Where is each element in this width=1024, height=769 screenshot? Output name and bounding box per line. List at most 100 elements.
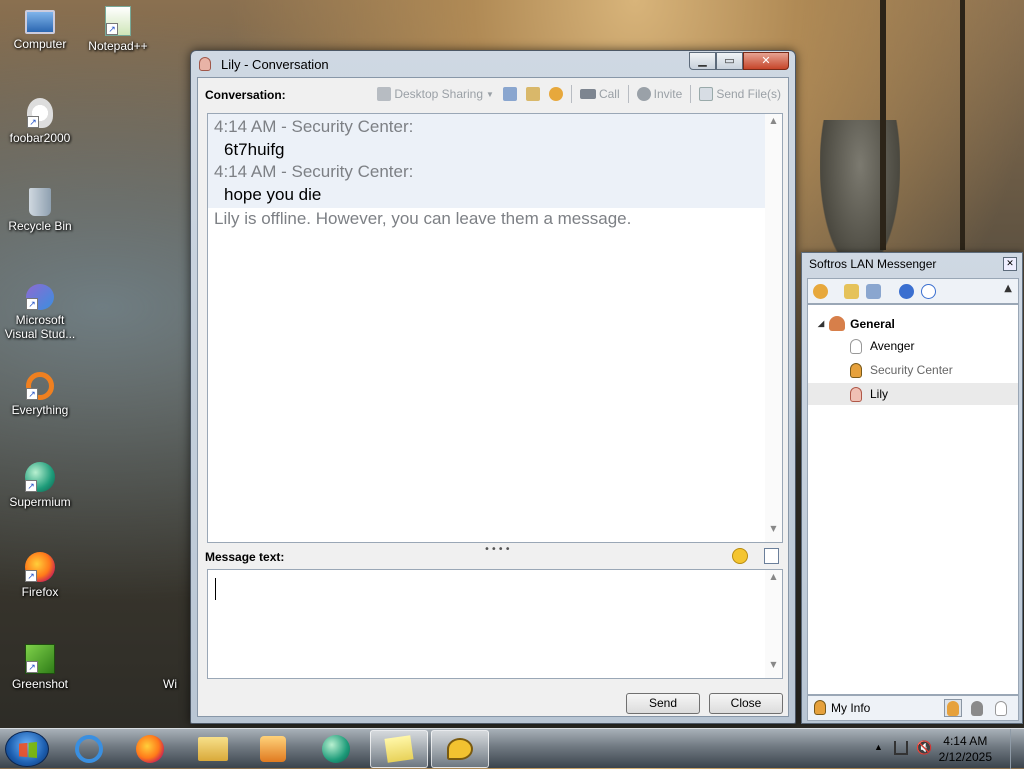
wallpaper-rock xyxy=(820,120,900,270)
taskbar-softros[interactable] xyxy=(431,730,489,768)
desktop-icon-firefox[interactable]: ↗ Firefox xyxy=(0,552,80,599)
desktop-icon-label: Notepad++ xyxy=(88,39,148,53)
history-scrollbar[interactable]: ▲ ▼ xyxy=(765,114,782,542)
desktop-icon-visual-studio[interactable]: ↗ Microsoft Visual Stud... xyxy=(0,284,80,341)
taskbar-notes[interactable] xyxy=(370,730,428,768)
contact-name: Lily xyxy=(870,387,889,401)
history-icon xyxy=(502,87,517,101)
invite-button[interactable]: Invite xyxy=(634,84,686,104)
user-offline-icon xyxy=(850,338,862,354)
group-users-icon xyxy=(829,316,846,331)
taskbar-supermium[interactable] xyxy=(307,730,365,768)
volume-muted-icon[interactable]: 🔇 xyxy=(916,740,932,756)
desktop-sharing-button[interactable]: Desktop Sharing ▼ xyxy=(374,84,497,104)
scroll-up-arrow[interactable]: ▲ xyxy=(765,116,782,132)
everything-icon: ↗ xyxy=(26,372,54,400)
toolbar-separator xyxy=(570,85,572,103)
info-icon[interactable] xyxy=(921,284,936,299)
smiley-icon[interactable] xyxy=(732,548,748,564)
status-away-button[interactable] xyxy=(968,699,986,717)
contact-name: Security Center xyxy=(870,363,953,377)
group-label: General xyxy=(850,316,895,331)
firefox-icon: ↗ xyxy=(25,552,55,582)
message-text-label: Message text: xyxy=(205,550,285,564)
group-general[interactable]: ◢ General xyxy=(818,316,895,331)
toolbar-buttons: Desktop Sharing ▼ Call Invite Send File(… xyxy=(374,84,784,104)
group-icon[interactable] xyxy=(813,284,828,299)
expand-triangle-icon[interactable]: ◢ xyxy=(818,319,824,328)
desktop-icon-label: Computer xyxy=(13,37,67,51)
desktop-icon-computer[interactable]: Computer xyxy=(0,6,80,51)
desktop-icon-notepadpp[interactable]: ↗ Notepad++ xyxy=(78,6,158,53)
notes-button[interactable] xyxy=(523,84,543,104)
user-away-icon xyxy=(971,700,983,716)
clock[interactable]: 4:14 AM 2/12/2025 xyxy=(939,733,992,765)
minimize-button[interactable]: ▁ xyxy=(689,52,716,70)
contact-security-center[interactable]: Security Center xyxy=(808,359,1018,381)
conversation-window: Lily - Conversation ▁ ▭ ✕ Conversation: … xyxy=(190,50,796,724)
desktop-icon-foobar[interactable]: ↗ foobar2000 xyxy=(0,98,80,145)
conversation-client-area: Conversation: Desktop Sharing ▼ Call Inv… xyxy=(197,77,789,717)
desktop-icon-label: Everything xyxy=(11,403,69,417)
send-file-icon xyxy=(699,87,714,101)
taskbar-media-player[interactable] xyxy=(244,730,302,768)
taskbar-firefox[interactable] xyxy=(121,730,179,768)
toolbar-separator xyxy=(627,85,629,103)
network-icon[interactable] xyxy=(894,741,908,755)
notes-icon xyxy=(525,87,540,101)
scroll-down-arrow[interactable]: ▼ xyxy=(765,660,782,676)
my-info-label: My Info xyxy=(831,700,871,715)
close-button[interactable]: Close xyxy=(709,693,783,714)
desktop-icon-label: Microsoft Visual Stud... xyxy=(4,313,76,341)
edit-format-icon[interactable] xyxy=(764,548,779,564)
input-scrollbar[interactable]: ▲ ▼ xyxy=(765,570,782,678)
firefox-icon xyxy=(136,735,164,763)
conversation-history[interactable]: 4:14 AM - Security Center: 6t7huifg 4:14… xyxy=(207,113,783,543)
desktop-icon-label: Greenshot xyxy=(11,677,69,691)
notepadpp-icon: ↗ xyxy=(105,6,131,36)
desktop-icon-partial[interactable]: Wi xyxy=(150,644,190,691)
close-window-button[interactable]: ✕ xyxy=(743,52,789,70)
contact-avenger[interactable]: Avenger xyxy=(808,335,1018,357)
contact-lily[interactable]: Lily xyxy=(808,383,1018,405)
windows-logo-icon xyxy=(19,742,37,758)
message-input[interactable]: ▲ ▼ xyxy=(207,569,783,679)
chat-bubble-icon xyxy=(447,738,473,760)
group-button[interactable] xyxy=(546,84,566,104)
send-button[interactable]: Send xyxy=(626,693,700,714)
taskbar-explorer[interactable] xyxy=(184,730,242,768)
desktop-icon-recycle-bin[interactable]: Recycle Bin xyxy=(0,188,80,233)
toolbar-separator xyxy=(690,85,692,103)
desktop-icon-supermium[interactable]: ↗ Supermium xyxy=(0,462,80,509)
user-offline-icon xyxy=(199,57,211,71)
contact-list[interactable]: ◢ General Avenger Security Center Lily xyxy=(807,304,1019,695)
scroll-down-arrow[interactable]: ▼ xyxy=(765,524,782,540)
chevron-up-icon[interactable]: ▲ xyxy=(1004,283,1012,294)
show-hidden-icons-icon[interactable]: ▲ xyxy=(874,742,883,752)
desktop-icon-greenshot[interactable]: ↗ Greenshot xyxy=(0,644,80,691)
help-icon[interactable] xyxy=(899,284,914,299)
greenshot-icon: ↗ xyxy=(25,644,55,674)
desktop-icon-everything[interactable]: ↗ Everything xyxy=(0,372,80,417)
start-button[interactable] xyxy=(5,731,49,767)
chevron-down-icon: ▼ xyxy=(486,89,494,99)
splitter-grip[interactable]: •••• xyxy=(484,544,512,555)
close-icon[interactable]: ✕ xyxy=(1003,257,1017,271)
send-files-button[interactable]: Send File(s) xyxy=(696,84,784,104)
desktop-icon-label: Supermium xyxy=(9,495,71,509)
scroll-up-arrow[interactable]: ▲ xyxy=(765,572,782,588)
history-icon[interactable] xyxy=(866,284,881,299)
call-button[interactable]: Call xyxy=(577,84,623,104)
folder-icon[interactable] xyxy=(844,284,859,299)
my-info-icon xyxy=(814,700,826,715)
desktop-icon-label: Firefox xyxy=(21,585,59,599)
my-info-button[interactable]: My Info xyxy=(814,700,870,715)
history-button[interactable] xyxy=(500,84,520,104)
status-offline-button[interactable] xyxy=(992,699,1010,717)
maximize-button[interactable]: ▭ xyxy=(716,52,743,70)
status-online-button[interactable] xyxy=(944,699,962,717)
desktop-sharing-icon xyxy=(377,87,392,101)
show-desktop-button[interactable] xyxy=(1010,729,1024,769)
taskbar-ie[interactable] xyxy=(60,730,118,768)
title-bar[interactable]: Lily - Conversation ▁ ▭ ✕ xyxy=(191,51,795,77)
